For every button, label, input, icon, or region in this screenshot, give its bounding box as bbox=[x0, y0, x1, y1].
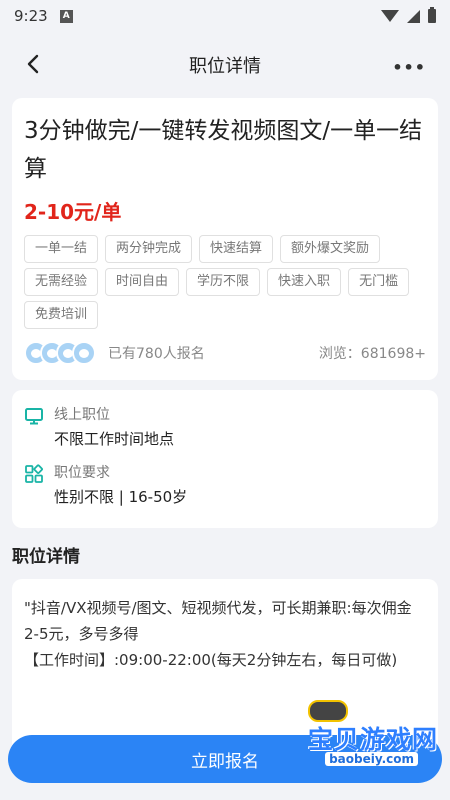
job-type-value: 不限工作时间地点 bbox=[54, 430, 175, 448]
job-description-text: "抖音/VX视频号/图文、短视频代发，可长期兼职:每次佣金2-5元，多号多得 【… bbox=[24, 599, 412, 669]
job-type-row: 线上职位 不限工作时间地点 bbox=[24, 404, 426, 452]
wifi-icon bbox=[381, 10, 399, 22]
page-title: 职位详情 bbox=[189, 56, 261, 77]
job-tag: 两分钟完成 bbox=[105, 235, 193, 263]
watermark-brand: 宝贝游戏网 bbox=[307, 725, 438, 754]
signup-count: 已有780人报名 bbox=[108, 346, 205, 362]
job-title: 3分钟做完/一键转发视频图文/一单一结算 bbox=[24, 118, 423, 182]
details-section-title: 职位详情 bbox=[12, 547, 80, 567]
more-dots-icon[interactable]: ••• bbox=[392, 58, 426, 77]
grid-icon bbox=[25, 464, 43, 483]
gamepad-icon bbox=[308, 700, 348, 722]
notification-a-icon: A bbox=[59, 9, 73, 23]
nav-bar: 职位详情 ••• bbox=[0, 32, 450, 98]
watermark-url: baobeiy.com bbox=[325, 752, 418, 766]
job-requirement-label: 职位要求 bbox=[54, 465, 110, 481]
back-chevron-icon[interactable] bbox=[24, 54, 44, 74]
signal-icon bbox=[407, 9, 420, 23]
watermark-logo: 宝贝游戏网 baobeiy.com bbox=[288, 700, 438, 780]
job-tag: 无门槛 bbox=[348, 268, 410, 296]
job-requirement-value: 性别不限 | 16-50岁 bbox=[54, 488, 188, 506]
status-time: 9:23 bbox=[14, 7, 48, 25]
job-tag: 时间自由 bbox=[105, 268, 180, 296]
status-bar: 9:23 A bbox=[0, 0, 450, 32]
applicant-avatars bbox=[24, 341, 96, 365]
job-salary: 2-10元/单 bbox=[24, 200, 122, 224]
job-type-label: 线上职位 bbox=[54, 407, 110, 423]
job-tag: 免费培训 bbox=[24, 301, 99, 329]
job-summary-card: 3分钟做完/一键转发视频图文/一单一结算 2-10元/单 一单一结 两分钟完成 … bbox=[12, 98, 438, 380]
job-tag: 快速入职 bbox=[267, 268, 342, 296]
job-tag: 快速结算 bbox=[199, 235, 274, 263]
job-requirement-row: 职位要求 性别不限 | 16-50岁 bbox=[24, 462, 426, 510]
job-tags: 一单一结 两分钟完成 快速结算 额外爆文奖励 无需经验 时间自由 学历不限 快速… bbox=[24, 235, 426, 329]
job-tag: 无需经验 bbox=[24, 268, 99, 296]
monitor-icon bbox=[25, 408, 43, 425]
view-count: 浏览：681698+ bbox=[318, 346, 426, 362]
job-tag: 额外爆文奖励 bbox=[280, 235, 381, 263]
status-icons bbox=[381, 7, 436, 23]
job-tag: 一单一结 bbox=[24, 235, 99, 263]
job-info-card: 线上职位 不限工作时间地点 职位要求 性别不限 | 16-50岁 bbox=[12, 390, 438, 528]
avatar bbox=[72, 341, 96, 365]
battery-icon bbox=[428, 7, 436, 23]
job-stats: 已有780人报名 浏览：681698+ bbox=[24, 341, 426, 365]
job-tag: 学历不限 bbox=[186, 268, 261, 296]
